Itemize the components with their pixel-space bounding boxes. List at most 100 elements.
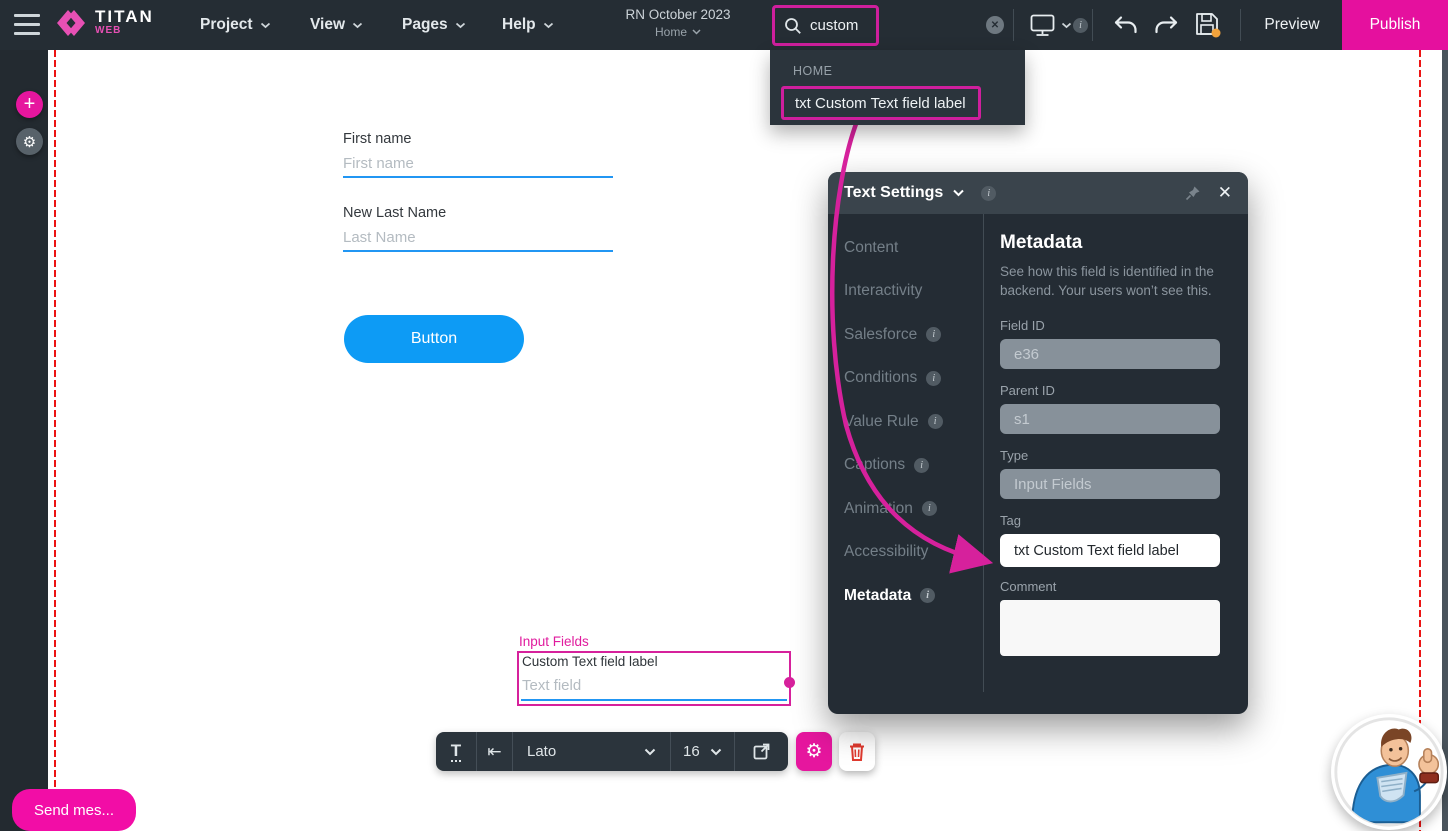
close-icon[interactable]: ✕ xyxy=(1218,183,1232,203)
app-window: TITAN WEB Project View Pages Help RN Oct… xyxy=(0,0,1448,831)
hamburger-menu-icon[interactable] xyxy=(14,14,40,35)
tab-label: Value Rule xyxy=(844,413,919,431)
preview-button[interactable]: Preview xyxy=(1253,0,1331,50)
selected-element-type-label: Input Fields xyxy=(519,634,589,649)
panel-tab-interactivity[interactable]: Interactivity xyxy=(844,280,943,303)
font-size-value: 16 xyxy=(683,743,700,760)
panel-menu: Content Interactivity Salesforce i Condit… xyxy=(844,236,943,628)
clear-search-icon[interactable]: ✕ xyxy=(986,16,1004,34)
undo-button[interactable] xyxy=(1112,0,1140,50)
panel-info-icon[interactable]: i xyxy=(981,186,996,201)
chevron-down-icon xyxy=(710,748,722,756)
add-element-button[interactable]: + xyxy=(16,91,43,118)
first-name-input[interactable] xyxy=(343,151,613,178)
info-icon: i xyxy=(1073,18,1088,33)
search-section-header: HOME xyxy=(793,64,833,78)
tag-label: Tag xyxy=(1000,513,1220,528)
panel-tab-captions[interactable]: Captions i xyxy=(844,454,943,477)
info-icon: i xyxy=(922,501,937,516)
tab-label: Content xyxy=(844,239,898,257)
device-preview-control[interactable] xyxy=(1030,0,1072,50)
menu-pages-label: Pages xyxy=(402,16,448,34)
breadcrumb-page[interactable]: Home xyxy=(613,25,743,39)
text-style-button[interactable]: T xyxy=(436,732,476,771)
field-id-label: Field ID xyxy=(1000,318,1220,333)
search-input[interactable]: custom xyxy=(810,17,858,34)
panel-title: Text Settings xyxy=(844,184,943,202)
panel-tab-accessibility[interactable]: Accessibility xyxy=(844,541,943,564)
send-message-button[interactable]: Send mes... xyxy=(12,789,136,831)
align-left-icon: ⇤ xyxy=(487,742,501,762)
divider xyxy=(1013,9,1014,41)
menu-project[interactable]: Project xyxy=(200,0,271,50)
tab-label: Captions xyxy=(844,456,905,474)
save-button[interactable] xyxy=(1193,0,1223,50)
menu-view-label: View xyxy=(310,16,345,34)
panel-tab-animation[interactable]: Animationi xyxy=(844,497,943,520)
publish-button[interactable]: Publish xyxy=(1342,0,1448,50)
field-underline xyxy=(521,699,787,701)
save-icon xyxy=(1193,11,1223,39)
search-icon xyxy=(784,17,802,35)
menu-project-label: Project xyxy=(200,16,253,34)
type-label: Type xyxy=(1000,448,1220,463)
info-icon: i xyxy=(926,327,941,342)
field-label-last-name: New Last Name xyxy=(343,205,446,221)
logo-title: TITAN xyxy=(95,8,154,25)
panel-tab-salesforce[interactable]: Salesforce i xyxy=(844,323,943,346)
panel-header: Text Settings i ✕ xyxy=(828,172,1248,214)
panel-tab-content[interactable]: Content xyxy=(844,236,943,259)
selection-handle[interactable] xyxy=(784,677,795,688)
menu-help[interactable]: Help xyxy=(502,0,554,50)
top-bar: TITAN WEB Project View Pages Help RN Oct… xyxy=(0,0,1448,50)
metadata-heading: Metadata xyxy=(1000,232,1220,254)
delete-element-button[interactable] xyxy=(839,732,875,771)
breadcrumb: RN October 2023 Home xyxy=(613,7,743,39)
chevron-down-icon[interactable] xyxy=(952,189,965,197)
redo-button[interactable] xyxy=(1152,0,1180,50)
divider xyxy=(1240,9,1241,41)
mascot-avatar[interactable] xyxy=(1331,714,1447,830)
selected-element-outline[interactable]: Custom Text field label Text field xyxy=(517,651,791,706)
element-settings-gear-button[interactable]: ⚙ xyxy=(796,732,832,771)
page-settings-gear-icon[interactable]: ⚙ xyxy=(16,128,43,155)
comment-label: Comment xyxy=(1000,579,1220,594)
chevron-down-icon xyxy=(644,748,656,756)
chevron-down-icon xyxy=(455,22,466,29)
font-family-select[interactable]: Lato xyxy=(512,732,670,771)
device-info-icon[interactable]: i xyxy=(1073,0,1088,50)
last-name-input[interactable] xyxy=(343,225,613,252)
open-external-button[interactable] xyxy=(734,732,788,771)
redo-icon xyxy=(1152,14,1180,37)
chevron-down-icon xyxy=(260,22,271,29)
divider xyxy=(1092,9,1093,41)
tab-label: Metadata xyxy=(844,587,911,605)
panel-divider xyxy=(983,214,984,692)
tab-label: Conditions xyxy=(844,369,917,387)
menu-view[interactable]: View xyxy=(310,0,363,50)
panel-tab-conditions[interactable]: Conditionsi xyxy=(844,367,943,390)
chevron-down-icon xyxy=(352,22,363,29)
panel-tab-value-rule[interactable]: Value Rule i xyxy=(844,410,943,433)
tab-label: Accessibility xyxy=(844,543,928,561)
tab-label: Salesforce xyxy=(844,326,917,344)
field-label-first-name: First name xyxy=(343,131,412,147)
info-icon: i xyxy=(914,458,929,473)
comment-textarea[interactable] xyxy=(1000,600,1220,656)
tag-input[interactable] xyxy=(1000,534,1220,567)
breadcrumb-page-label: Home xyxy=(655,25,687,39)
pin-icon[interactable] xyxy=(1185,185,1201,201)
search-result-item[interactable]: txt Custom Text field label xyxy=(781,86,981,120)
menu-pages[interactable]: Pages xyxy=(402,0,466,50)
tab-label: Interactivity xyxy=(844,282,922,300)
text-settings-panel: Text Settings i ✕ Content Interactivity … xyxy=(828,172,1248,714)
canvas-button[interactable]: Button xyxy=(344,315,524,363)
align-left-button[interactable]: ⇤ xyxy=(476,732,512,771)
chevron-down-icon xyxy=(1061,22,1072,29)
info-icon: i xyxy=(928,414,943,429)
metadata-section: Metadata See how this field is identifie… xyxy=(1000,232,1220,661)
field-id-input xyxy=(1000,339,1220,369)
panel-tab-metadata[interactable]: Metadatai xyxy=(844,584,943,607)
logo-subtitle: WEB xyxy=(95,25,154,37)
font-size-select[interactable]: 16 xyxy=(670,732,734,771)
